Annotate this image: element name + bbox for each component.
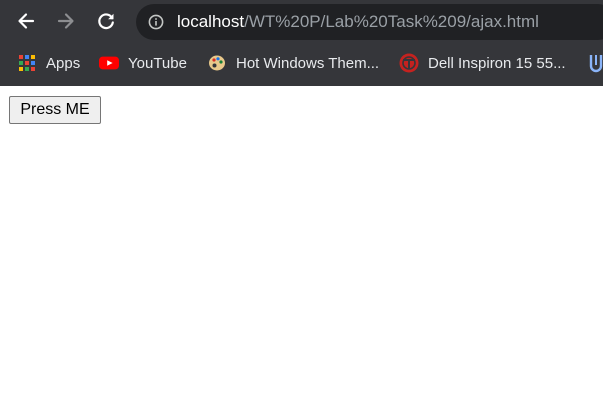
- bookmark-youtube[interactable]: YouTube: [99, 52, 187, 74]
- bookmark-label: Apps: [46, 54, 81, 72]
- url-host: localhost: [177, 12, 245, 31]
- palette-icon: [207, 53, 227, 73]
- youtube-icon: [99, 53, 119, 73]
- bookmark-hot-windows-themes[interactable]: Hot Windows Them...: [207, 52, 379, 74]
- reload-icon: [98, 13, 114, 30]
- url-path: /WT%20P/Lab%20Task%209/ajax.html: [244, 12, 539, 31]
- press-me-button[interactable]: Press ME: [9, 96, 101, 124]
- bookmarks-bar: Apps YouTube Hot Windows Them... Dell In…: [0, 46, 603, 80]
- info-icon[interactable]: [148, 14, 164, 30]
- back-arrow-icon: [18, 13, 35, 29]
- address-bar[interactable]: localhost/WT%20P/Lab%20Task%209/ajax.htm…: [136, 4, 603, 40]
- apps-grid-icon: [17, 53, 37, 73]
- forward-arrow-icon: [57, 13, 74, 29]
- bookmark-label: Dell Inspiron 15 55...: [428, 54, 566, 72]
- back-button[interactable]: [11, 6, 41, 36]
- dell-site-icon: [399, 53, 419, 73]
- bookmark-partial[interactable]: [586, 52, 603, 74]
- bookmark-label: YouTube: [128, 54, 187, 72]
- reload-button[interactable]: [91, 6, 121, 36]
- bookmark-dell-inspiron[interactable]: Dell Inspiron 15 55...: [399, 52, 566, 74]
- forward-button[interactable]: [51, 6, 81, 36]
- browser-toolbar: localhost/WT%20P/Lab%20Task%209/ajax.htm…: [0, 0, 603, 86]
- bookmark-label: Hot Windows Them...: [236, 54, 380, 72]
- bookmark-apps[interactable]: Apps: [17, 52, 80, 74]
- partial-bookmark-icon: [586, 53, 603, 73]
- url-text[interactable]: localhost/WT%20P/Lab%20Task%209/ajax.htm…: [177, 12, 539, 32]
